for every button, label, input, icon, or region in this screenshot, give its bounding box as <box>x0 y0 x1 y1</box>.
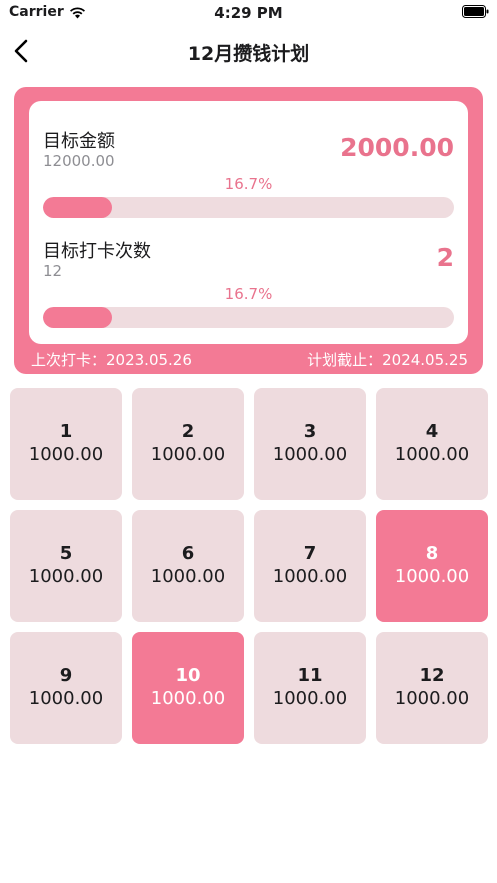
checkin-cell-index: 10 <box>175 665 201 686</box>
checkin-cell[interactable]: 11 1000.00 <box>254 632 366 744</box>
checkin-cell[interactable]: 4 1000.00 <box>376 388 488 500</box>
checkin-cell-index: 2 <box>181 421 195 442</box>
goal-checkins-progress-bar <box>43 307 454 328</box>
checkin-cell-amount: 1000.00 <box>272 566 348 587</box>
checkin-cell-index: 3 <box>303 421 317 442</box>
checkin-cell[interactable]: 5 1000.00 <box>10 510 122 622</box>
checkin-cell-amount: 1000.00 <box>28 566 104 587</box>
status-time: 4:29 PM <box>214 4 283 22</box>
checkin-cell[interactable]: 9 1000.00 <box>10 632 122 744</box>
checkin-cell-amount: 1000.00 <box>150 688 226 709</box>
checkin-cell-index: 11 <box>297 665 323 686</box>
goal-amount-section: 目标金额 12000.00 2000.00 16.7% <box>43 127 454 227</box>
goal-amount-progress-bar <box>43 197 454 218</box>
checkin-cell[interactable]: 3 1000.00 <box>254 388 366 500</box>
goal-checkins-section: 目标打卡次数 12 2 16.7% <box>43 237 454 337</box>
goal-amount-label: 目标金额 <box>43 131 115 152</box>
summary-footer: 上次打卡：2023.05.26 计划截止：2024.05.25 <box>29 349 468 369</box>
checkin-grid: 1 1000.00 2 1000.00 3 1000.00 4 1000.00 5 1000.00… <box>10 388 488 744</box>
goal-checkins-done: 2 <box>436 243 454 272</box>
plan-deadline-date: 计划截止：2024.05.25 <box>307 351 468 369</box>
checkin-cell-index: 7 <box>303 543 317 564</box>
checkin-cell-amount: 1000.00 <box>150 566 226 587</box>
goal-amount-percent: 16.7% <box>224 175 273 193</box>
checkin-cell-amount: 1000.00 <box>28 444 104 465</box>
status-bar: Carrier 4:29 PM <box>0 0 497 26</box>
checkin-cell[interactable]: 7 1000.00 <box>254 510 366 622</box>
page-title: 12月攒钱计划 <box>187 43 310 65</box>
goal-amount-saved: 2000.00 <box>340 133 454 162</box>
goal-checkins-target: 12 <box>43 262 63 280</box>
checkin-cell-index: 1 <box>59 421 73 442</box>
checkin-cell-index: 12 <box>419 665 445 686</box>
checkin-cell-amount: 1000.00 <box>150 444 226 465</box>
last-checkin-date: 上次打卡：2023.05.26 <box>31 351 192 369</box>
checkin-cell[interactable]: 2 1000.00 <box>132 388 244 500</box>
checkin-cell-index: 8 <box>425 543 439 564</box>
goal-amount-target: 12000.00 <box>43 152 115 170</box>
checkin-cell-amount: 1000.00 <box>272 688 348 709</box>
goal-checkins-progress-fill <box>43 307 112 328</box>
goal-checkins-label: 目标打卡次数 <box>43 241 151 262</box>
checkin-cell-index: 5 <box>59 543 73 564</box>
summary-card-body: 目标金额 12000.00 2000.00 16.7% 目标打卡次数 12 2 … <box>29 101 468 344</box>
checkin-cell[interactable]: 12 1000.00 <box>376 632 488 744</box>
checkin-cell-amount: 1000.00 <box>394 566 470 587</box>
checkin-cell-amount: 1000.00 <box>28 688 104 709</box>
goal-amount-progress-fill <box>43 197 112 218</box>
battery-icon <box>462 5 489 18</box>
checkin-cell-index: 9 <box>59 665 73 686</box>
checkin-cell-amount: 1000.00 <box>272 444 348 465</box>
checkin-cell[interactable]: 6 1000.00 <box>132 510 244 622</box>
checkin-cell-amount: 1000.00 <box>394 688 470 709</box>
checkin-cell[interactable]: 1 1000.00 <box>10 388 122 500</box>
nav-bar: 12月攒钱计划 <box>0 28 497 74</box>
goal-checkins-percent: 16.7% <box>224 285 273 303</box>
summary-card: 目标金额 12000.00 2000.00 16.7% 目标打卡次数 12 2 … <box>14 87 483 374</box>
checkin-cell[interactable]: 8 1000.00 <box>376 510 488 622</box>
checkin-cell-index: 4 <box>425 421 439 442</box>
checkin-cell[interactable]: 10 1000.00 <box>132 632 244 744</box>
checkin-cell-amount: 1000.00 <box>394 444 470 465</box>
checkin-cell-index: 6 <box>181 543 195 564</box>
